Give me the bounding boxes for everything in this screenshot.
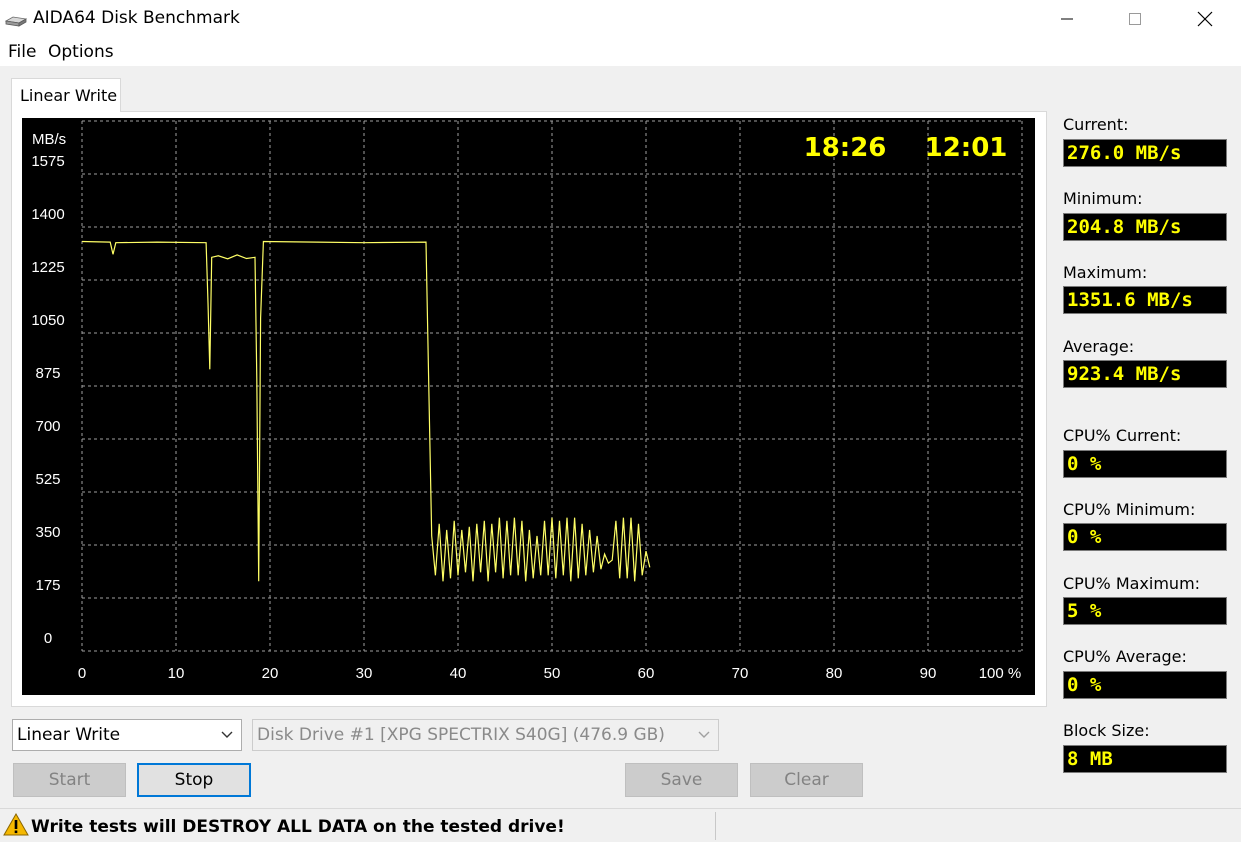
cpu-current-label: CPU% Current: bbox=[1063, 426, 1182, 445]
y-tick-label: 175 bbox=[35, 577, 60, 594]
current-label: Current: bbox=[1063, 115, 1129, 134]
x-tick-label: 90 bbox=[920, 665, 937, 682]
cpu-minimum-label: CPU% Minimum: bbox=[1063, 500, 1196, 519]
menu-file[interactable]: File bbox=[8, 42, 36, 62]
elapsed-time: 18:26 bbox=[804, 133, 887, 163]
stop-button[interactable]: Stop bbox=[137, 763, 251, 797]
clear-button[interactable]: Clear bbox=[750, 763, 863, 797]
maximum-label: Maximum: bbox=[1063, 263, 1148, 282]
y-tick-label: 1050 bbox=[31, 312, 64, 329]
y-tick-label: 0 bbox=[44, 630, 52, 647]
status-divider bbox=[715, 812, 716, 840]
chevron-down-icon bbox=[698, 731, 710, 738]
test-type-value: Linear Write bbox=[17, 725, 121, 745]
cpu-minimum-value: 0 % bbox=[1063, 523, 1227, 551]
chevron-down-icon bbox=[221, 731, 233, 738]
warning-icon bbox=[3, 813, 29, 836]
y-tick-label: 350 bbox=[35, 524, 60, 541]
average-value: 923.4 MB/s bbox=[1063, 360, 1227, 388]
y-tick-label: 1575 bbox=[31, 153, 64, 170]
x-tick-label: 50 bbox=[544, 665, 561, 682]
cpu-current-value: 0 % bbox=[1063, 450, 1227, 478]
x-tick-label: 20 bbox=[262, 665, 279, 682]
status-warning: Write tests will DESTROY ALL DATA on the… bbox=[31, 817, 565, 837]
x-tick-label: 70 bbox=[732, 665, 749, 682]
cpu-average-label: CPU% Average: bbox=[1063, 647, 1187, 666]
x-tick-label: 40 bbox=[450, 665, 467, 682]
y-tick-label: 1225 bbox=[31, 259, 64, 276]
y-tick-label: 1400 bbox=[31, 206, 64, 223]
cpu-maximum-label: CPU% Maximum: bbox=[1063, 574, 1201, 593]
write-speed-line bbox=[81, 240, 651, 582]
maximum-value: 1351.6 MB/s bbox=[1063, 286, 1227, 314]
y-tick-label: 525 bbox=[35, 471, 60, 488]
y-axis-unit: MB/s bbox=[32, 131, 66, 148]
average-label: Average: bbox=[1063, 337, 1135, 356]
maximize-button[interactable] bbox=[1100, 0, 1170, 38]
chart-svg: 0 10 20 30 40 50 60 70 80 90 100 % 0 175 350 525 700 875… bbox=[31, 120, 1023, 682]
minimize-button[interactable] bbox=[1032, 0, 1102, 38]
x-tick-label: 100 % bbox=[979, 665, 1022, 682]
minimum-label: Minimum: bbox=[1063, 189, 1143, 208]
current-value: 276.0 MB/s bbox=[1063, 139, 1227, 167]
drive-icon bbox=[5, 16, 27, 27]
start-button[interactable]: Start bbox=[13, 763, 126, 797]
window-title: AIDA64 Disk Benchmark bbox=[33, 8, 240, 28]
tab-linear-write[interactable]: Linear Write bbox=[11, 78, 121, 112]
x-tick-label: 30 bbox=[356, 665, 373, 682]
block-size-value: 8 MB bbox=[1063, 745, 1227, 773]
x-tick-label: 0 bbox=[78, 665, 86, 682]
x-tick-label: 10 bbox=[168, 665, 185, 682]
save-button[interactable]: Save bbox=[625, 763, 738, 797]
cpu-average-value: 0 % bbox=[1063, 671, 1227, 699]
drive-value: Disk Drive #1 [XPG SPECTRIX S40G] (476.9… bbox=[257, 725, 665, 745]
y-tick-label: 875 bbox=[35, 365, 60, 382]
status-bar: Write tests will DESTROY ALL DATA on the… bbox=[0, 808, 1241, 842]
close-icon bbox=[1197, 11, 1213, 27]
close-button[interactable] bbox=[1170, 0, 1240, 38]
menu-options[interactable]: Options bbox=[48, 42, 114, 62]
drive-select[interactable]: Disk Drive #1 [XPG SPECTRIX S40G] (476.9… bbox=[252, 719, 719, 751]
test-type-select[interactable]: Linear Write bbox=[12, 719, 242, 751]
menu-bar: File Options bbox=[0, 38, 1241, 66]
x-tick-label: 60 bbox=[638, 665, 655, 682]
minimum-value: 204.8 MB/s bbox=[1063, 213, 1227, 241]
title-bar: AIDA64 Disk Benchmark bbox=[0, 0, 1241, 38]
cpu-maximum-value: 5 % bbox=[1063, 597, 1227, 625]
tab-label: Linear Write bbox=[20, 86, 118, 105]
x-tick-label: 80 bbox=[826, 665, 843, 682]
maximize-icon bbox=[1129, 13, 1141, 25]
block-size-label: Block Size: bbox=[1063, 721, 1150, 740]
remaining-time: 12:01 bbox=[925, 133, 1008, 163]
benchmark-chart: 0 10 20 30 40 50 60 70 80 90 100 % 0 175 350 525 700 875… bbox=[22, 118, 1035, 695]
y-tick-label: 700 bbox=[35, 418, 60, 435]
minimize-icon bbox=[1061, 18, 1073, 20]
